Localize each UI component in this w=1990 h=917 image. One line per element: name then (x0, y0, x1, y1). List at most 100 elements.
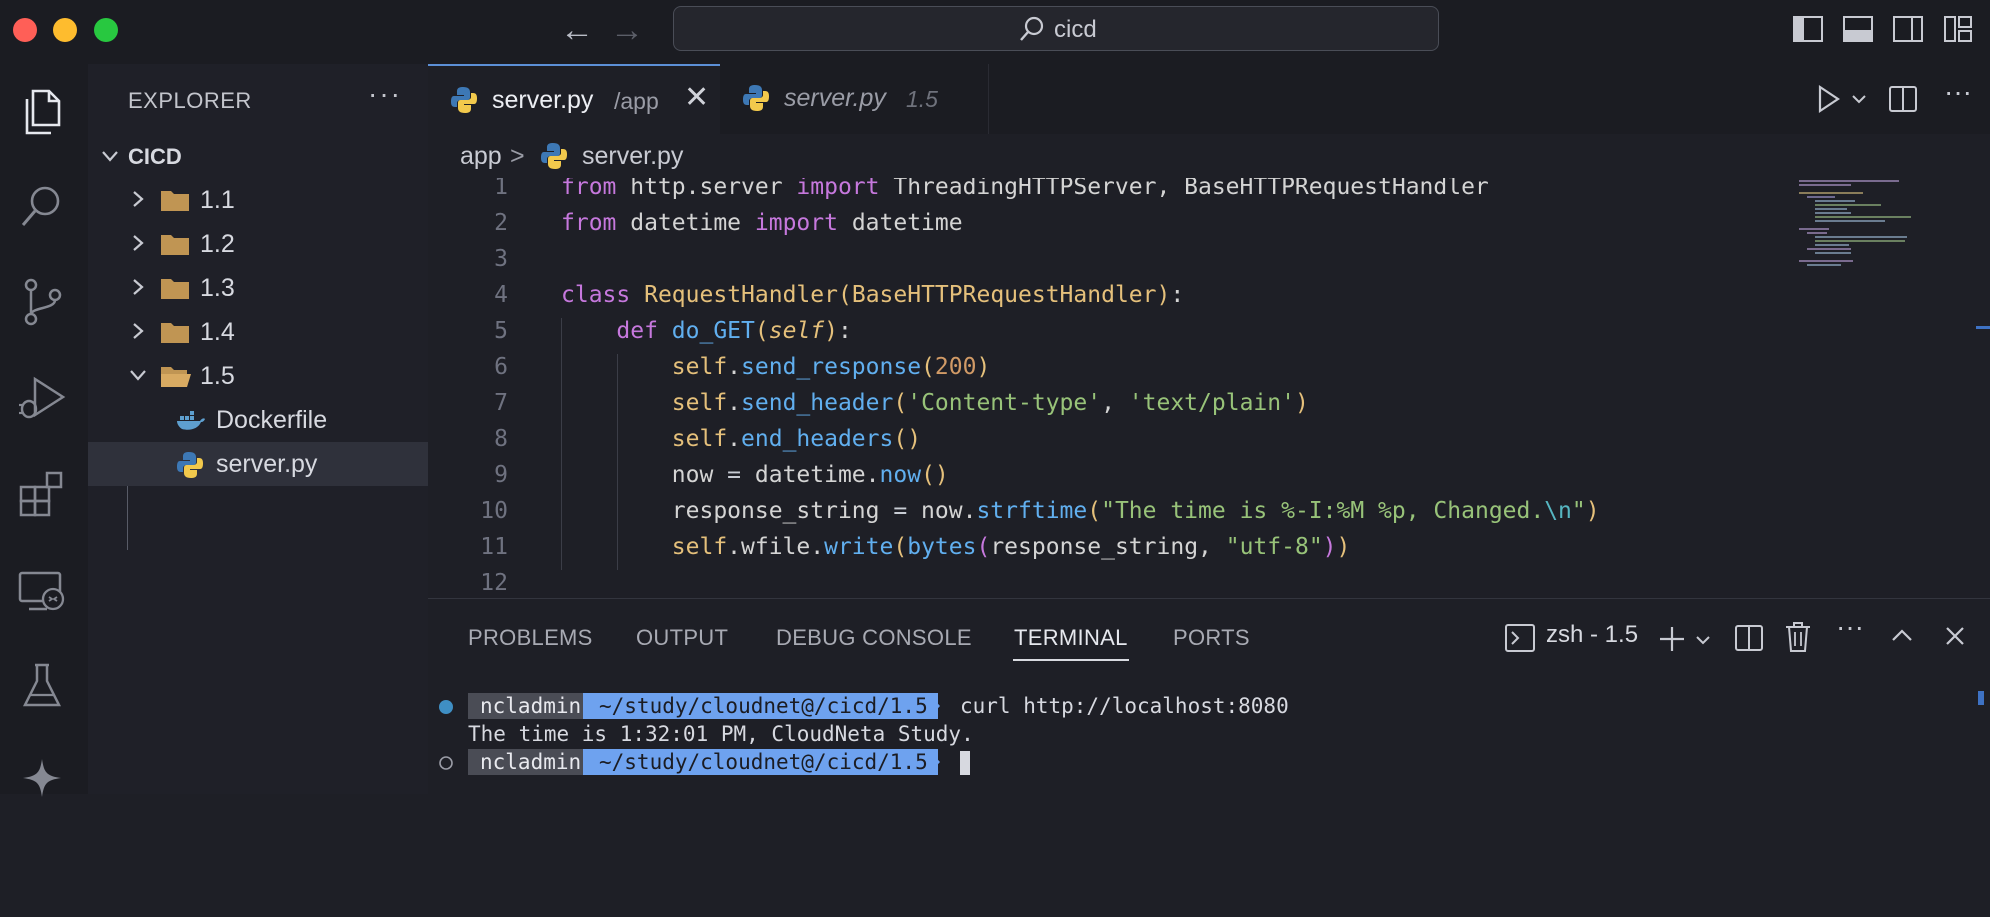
close-window-button[interactable] (13, 18, 37, 42)
explorer-icon[interactable] (14, 84, 70, 140)
terminal[interactable]: ncladmin ~/study/cloudnet@/cicd/1.5 curl… (428, 687, 1990, 795)
more-actions-icon[interactable]: ··· (368, 78, 402, 110)
indent-guide (561, 318, 562, 570)
source-control-icon[interactable] (14, 274, 70, 330)
split-editor-icon[interactable] (1888, 84, 1918, 114)
tree-folder-label: 1.3 (200, 274, 235, 302)
folder-icon (161, 235, 189, 255)
title-bar: ← → cicd (0, 0, 1990, 64)
maximize-window-button[interactable] (94, 18, 118, 42)
remote-explorer-icon[interactable] (14, 562, 70, 618)
terminal-prompt-line: ncladmin ~/study/cloudnet@/cicd/1.5 (428, 749, 970, 777)
indent-guide (617, 354, 618, 570)
line-source: response_string = now.strftime("The time… (561, 498, 1600, 524)
chevron-right-icon (133, 235, 144, 251)
chevron-down-icon (102, 151, 118, 162)
explorer-sidebar: EXPLORER ··· CICD 1.1 1.2 1.3 1.4 1.5 Do… (88, 64, 428, 794)
tab-description: 1.5 (906, 86, 938, 112)
tab-label: server.py (784, 84, 886, 112)
split-terminal-icon[interactable] (1734, 623, 1764, 653)
sparkle-icon[interactable] (14, 750, 70, 806)
chevron-down-icon[interactable] (1694, 631, 1712, 649)
tab-ports[interactable]: PORTS (1173, 625, 1250, 651)
active-tab-indicator (1013, 659, 1129, 661)
more-actions-icon[interactable]: ··· (1944, 76, 1972, 108)
line-number: 1 (494, 178, 508, 200)
close-tab-icon[interactable]: ✕ (684, 80, 709, 115)
terminal-command: curl http://localhost:8080 (960, 694, 1289, 718)
trash-icon[interactable] (1784, 621, 1812, 653)
tree-folder-item[interactable]: 1.2 (88, 222, 428, 266)
forward-arrow-icon[interactable]: → (610, 10, 644, 50)
python-icon (451, 87, 477, 113)
tab-server-py-app[interactable]: server.py /app ✕ (428, 64, 720, 134)
code-editor[interactable]: 1 from http.server import ThreadingHTTPSe… (428, 178, 1990, 598)
editor-scrollbar[interactable] (1976, 178, 1990, 598)
line-number: 8 (494, 426, 508, 452)
tree-folder-label: 1.2 (200, 230, 235, 258)
tree-folder-item[interactable]: 1.4 (88, 310, 428, 354)
breadcrumb-folder[interactable]: app (460, 142, 502, 171)
toggle-panel-icon[interactable] (1842, 14, 1874, 44)
prompt-arrow (928, 693, 940, 719)
scrollbar-marker (1976, 326, 1990, 329)
more-actions-icon[interactable]: ··· (1836, 611, 1864, 643)
line-number: 6 (494, 354, 508, 380)
prompt-user: ncladmin (468, 693, 594, 719)
tree-folder-item-open[interactable]: 1.5 (88, 354, 428, 398)
back-arrow-icon[interactable]: ← (560, 10, 594, 50)
close-panel-icon[interactable] (1944, 625, 1966, 647)
terminal-name[interactable]: zsh - 1.5 (1546, 621, 1638, 649)
tree-file-item-selected[interactable]: server.py (88, 442, 428, 486)
run-and-debug-icon[interactable] (14, 370, 70, 426)
chevron-down-icon (130, 370, 146, 381)
maximize-panel-icon[interactable] (1890, 625, 1914, 645)
line-number: 5 (494, 318, 508, 344)
chevron-right-icon (133, 323, 144, 339)
tree-folder-item[interactable]: 1.3 (88, 266, 428, 310)
toggle-primary-sidebar-icon[interactable] (1792, 14, 1824, 44)
line-number: 3 (494, 246, 508, 272)
folder-icon (161, 191, 189, 211)
line-source: def do_GET(self): (616, 318, 852, 344)
tree-root-folder[interactable]: CICD (88, 134, 428, 178)
line-number: 9 (494, 462, 508, 488)
testing-icon[interactable] (14, 658, 70, 714)
line-source: self.send_response(200) (671, 354, 991, 380)
run-python-file-icon[interactable] (1816, 84, 1842, 114)
breadcrumb-separator: > (510, 142, 525, 170)
search-view-icon[interactable] (14, 178, 70, 234)
extensions-icon[interactable] (14, 466, 70, 522)
line-source: from datetime import datetime (561, 210, 963, 236)
explorer-title: EXPLORER (128, 88, 252, 113)
breadcrumb-file[interactable]: server.py (582, 142, 683, 171)
chevron-down-icon[interactable] (1850, 90, 1868, 108)
command-success-icon (439, 700, 453, 714)
new-terminal-icon[interactable] (1658, 625, 1686, 653)
tree-folder-label: 1.5 (200, 362, 235, 390)
tree-file-label: server.py (216, 450, 318, 478)
toggle-secondary-sidebar-icon[interactable] (1892, 14, 1924, 44)
tree-root-label: CICD (128, 144, 182, 169)
tree-folder-label: 1.1 (200, 186, 235, 214)
line-number: 12 (480, 570, 508, 596)
minimize-window-button[interactable] (53, 18, 77, 42)
folder-icon (161, 279, 189, 299)
minimap[interactable] (1795, 178, 1915, 268)
tree-file-item[interactable]: Dockerfile (88, 398, 428, 442)
line-number: 11 (480, 534, 508, 560)
command-center-search[interactable]: cicd (673, 6, 1439, 51)
tab-problems[interactable]: PROBLEMS (468, 625, 593, 651)
line-source: now = datetime.now() (561, 462, 949, 488)
activity-bar (0, 64, 88, 797)
customize-layout-icon[interactable] (1942, 14, 1974, 44)
tree-folder-item[interactable]: 1.1 (88, 178, 428, 222)
tab-output[interactable]: OUTPUT (636, 625, 728, 651)
folder-icon (161, 323, 189, 343)
tab-server-py-1-5[interactable]: server.py 1.5 (720, 64, 989, 134)
tab-debug-console[interactable]: DEBUG CONSOLE (776, 625, 972, 651)
terminal-scroll-marker (1978, 691, 1984, 705)
line-source: class RequestHandler(BaseHTTPRequestHand… (561, 282, 1185, 308)
terminal-output: The time is 1:32:01 PM, CloudNeta Study. (468, 722, 974, 746)
tab-terminal[interactable]: TERMINAL (1014, 625, 1128, 651)
